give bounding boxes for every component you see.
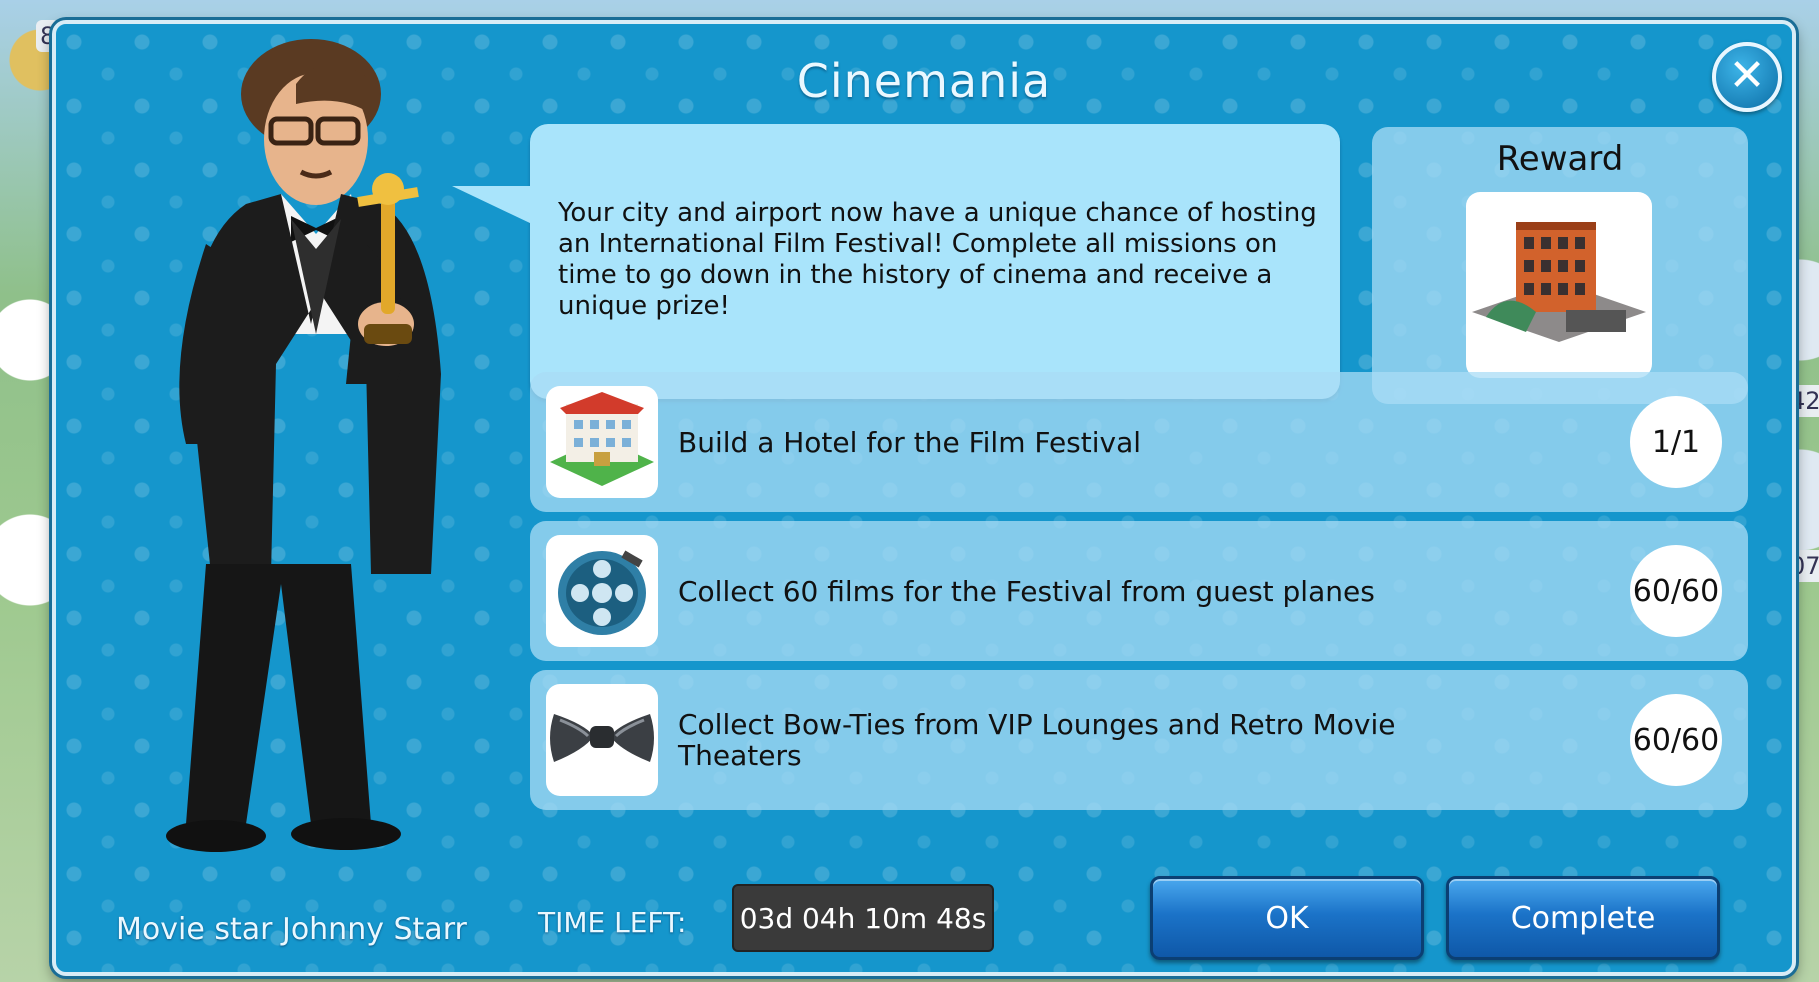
mission-progress: 1/1 <box>1630 396 1722 488</box>
film-reel-icon <box>558 550 646 635</box>
mission-icon <box>546 535 658 647</box>
mission-row: Build a Hotel for the Film Festival 1/1 <box>530 372 1748 512</box>
complete-button[interactable]: Complete <box>1446 876 1720 960</box>
hotel-icon <box>550 392 654 486</box>
time-left-value: 03d 04h 10m 48s <box>732 884 994 952</box>
mission-progress: 60/60 <box>1630 545 1722 637</box>
mission-row: Collect Bow-Ties from VIP Lounges and Re… <box>530 670 1748 810</box>
mission-text: Build a Hotel for the Film Festival <box>678 425 1142 459</box>
mission-progress: 60/60 <box>1630 694 1722 786</box>
reward-label: Reward <box>1496 139 1624 179</box>
mission-row: Collect 60 films for the Festival from g… <box>530 521 1748 661</box>
mission-text: Collect 60 films for the Festival from g… <box>678 574 1375 608</box>
time-left-label: TIME LEFT: <box>538 906 687 939</box>
close-button[interactable]: ✕ <box>1712 42 1782 112</box>
mission-icon <box>546 386 658 498</box>
reward-panel: Reward <box>1372 127 1748 404</box>
mission-dialog: Cinemania ✕ Movie star Johnny Starr Your… <box>52 20 1796 976</box>
mission-text: Collect Bow-Ties from VIP Lounges and Re… <box>678 708 1396 772</box>
speech-text: Your city and airport now have a unique … <box>558 198 1317 321</box>
speech-bubble: Your city and airport now have a unique … <box>452 124 1340 399</box>
character-name: Movie star Johnny Starr <box>116 912 467 947</box>
hotel-building-icon <box>1472 222 1646 342</box>
ok-button[interactable]: OK <box>1150 876 1424 960</box>
close-icon: ✕ <box>1728 50 1766 101</box>
movie-star-character <box>166 39 441 852</box>
bow-tie-icon <box>550 714 654 762</box>
reward-image[interactable] <box>1466 192 1652 378</box>
mission-icon <box>546 684 658 796</box>
